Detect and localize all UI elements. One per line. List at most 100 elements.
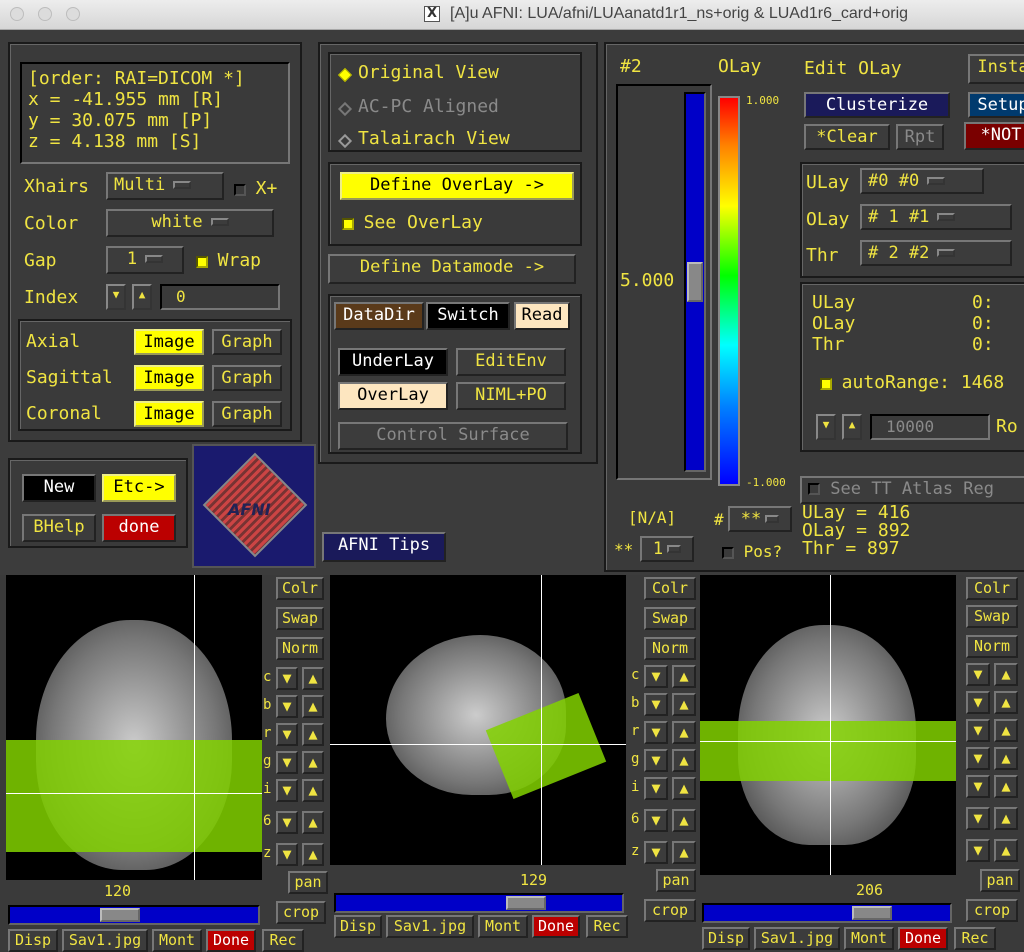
up-icon[interactable]: ▲	[302, 667, 324, 690]
clusterize-button[interactable]: Clusterize	[804, 92, 950, 118]
crop-button[interactable]: crop	[966, 899, 1018, 922]
afni-logo[interactable]: AFNI	[192, 444, 316, 568]
crop-button[interactable]: crop	[644, 899, 696, 922]
disp-button[interactable]: Disp	[8, 929, 58, 952]
down-icon[interactable]: ▼	[966, 663, 990, 686]
coronal-image-button[interactable]: Image	[134, 401, 204, 427]
up-icon[interactable]: ▲	[672, 841, 696, 864]
up-icon[interactable]: ▲	[302, 751, 324, 774]
down-icon[interactable]: ▼	[276, 667, 298, 690]
close-window-icon[interactable]	[10, 7, 24, 21]
mont-button[interactable]: Mont	[152, 929, 202, 952]
down-icon[interactable]: ▼	[644, 665, 668, 688]
down-icon[interactable]: ▼	[644, 749, 668, 772]
color-menu[interactable]: white	[106, 209, 274, 237]
coronal-image-view[interactable]	[700, 575, 956, 875]
minimize-window-icon[interactable]	[38, 7, 52, 21]
slice-slider[interactable]	[702, 903, 952, 923]
down-icon[interactable]: ▼	[644, 693, 668, 716]
original-view-radio[interactable]: Original View	[358, 62, 499, 83]
coronal-graph-button[interactable]: Graph	[212, 401, 282, 427]
thr-selector[interactable]: # 2 #2	[860, 240, 1012, 266]
up-icon[interactable]: ▲	[302, 723, 324, 746]
sagittal-image-button[interactable]: Image	[134, 365, 204, 391]
range-field[interactable]: 10000	[870, 414, 990, 440]
axial-graph-button[interactable]: Graph	[212, 329, 282, 355]
see-overlay-toggle[interactable]: See OverLay	[342, 212, 483, 233]
down-icon[interactable]: ▼	[966, 719, 990, 742]
rec-button[interactable]: Rec	[586, 915, 628, 938]
axial-image-button[interactable]: Image	[134, 329, 204, 355]
up-icon[interactable]: ▲	[994, 747, 1018, 770]
setup-button[interactable]: Setup	[968, 92, 1024, 118]
see-tt-atlas-button[interactable]: See TT Atlas Reg	[800, 476, 1024, 504]
up-icon[interactable]: ▲	[672, 721, 696, 744]
colr-button[interactable]: Colr	[644, 577, 696, 600]
control-surface-button[interactable]: Control Surface	[338, 422, 568, 450]
pow-menu[interactable]: 1	[640, 536, 694, 562]
rpt-button[interactable]: Rpt	[896, 124, 944, 150]
hash-menu[interactable]: **	[728, 506, 792, 532]
switch-button[interactable]: Switch	[426, 302, 510, 330]
pan-button[interactable]: pan	[656, 869, 696, 892]
up-icon[interactable]: ▲	[672, 693, 696, 716]
not-button[interactable]: *NOT	[964, 122, 1024, 150]
threshold-slider[interactable]	[684, 92, 706, 472]
etc-button[interactable]: Etc->	[102, 474, 176, 502]
editenv-button[interactable]: EditEnv	[456, 348, 566, 376]
afni-tips-button[interactable]: AFNI Tips	[322, 532, 446, 562]
save-button[interactable]: Sav1.jpg	[62, 929, 148, 952]
insta-button[interactable]: Insta	[968, 54, 1024, 84]
define-overlay-button[interactable]: Define OverLay ->	[340, 172, 574, 200]
up-icon[interactable]: ▲	[672, 809, 696, 832]
up-icon[interactable]: ▲	[302, 695, 324, 718]
range-down-button[interactable]: ▼	[816, 414, 836, 440]
zoom-window-icon[interactable]	[66, 7, 80, 21]
mont-button[interactable]: Mont	[478, 915, 528, 938]
new-button[interactable]: New	[22, 474, 96, 502]
up-icon[interactable]: ▲	[994, 663, 1018, 686]
down-icon[interactable]: ▼	[644, 721, 668, 744]
up-icon[interactable]: ▲	[302, 811, 324, 834]
slider-thumb[interactable]	[100, 908, 140, 922]
underlay-button[interactable]: UnderLay	[338, 348, 448, 376]
up-icon[interactable]: ▲	[994, 775, 1018, 798]
up-icon[interactable]: ▲	[302, 779, 324, 802]
down-icon[interactable]: ▼	[966, 747, 990, 770]
overlay-button[interactable]: OverLay	[338, 382, 448, 410]
crop-button[interactable]: crop	[276, 901, 326, 924]
down-icon[interactable]: ▼	[966, 691, 990, 714]
up-icon[interactable]: ▲	[994, 719, 1018, 742]
up-icon[interactable]: ▲	[302, 843, 324, 866]
xplus-toggle[interactable]: X+	[234, 178, 277, 199]
down-icon[interactable]: ▼	[276, 779, 298, 802]
axial-image-view[interactable]	[6, 575, 262, 880]
wrap-toggle[interactable]: Wrap	[196, 250, 261, 271]
clear-button[interactable]: *Clear	[804, 124, 890, 150]
rec-button[interactable]: Rec	[262, 929, 304, 952]
down-icon[interactable]: ▼	[966, 807, 990, 830]
swap-button[interactable]: Swap	[276, 607, 324, 630]
down-icon[interactable]: ▼	[644, 809, 668, 832]
swap-button[interactable]: Swap	[644, 607, 696, 630]
norm-button[interactable]: Norm	[966, 635, 1018, 658]
save-button[interactable]: Sav1.jpg	[754, 927, 840, 950]
save-button[interactable]: Sav1.jpg	[386, 915, 474, 938]
threshold-slider-thumb[interactable]	[687, 262, 703, 302]
colr-button[interactable]: Colr	[966, 577, 1018, 600]
xhairs-menu[interactable]: Multi	[106, 172, 224, 200]
done-button[interactable]: done	[102, 514, 176, 542]
acpc-radio[interactable]: AC-PC Aligned	[358, 96, 499, 117]
pos-toggle[interactable]: Pos?	[722, 542, 782, 561]
index-down-button[interactable]: ▼	[106, 284, 126, 310]
bhelp-button[interactable]: BHelp	[22, 514, 96, 542]
down-icon[interactable]: ▼	[644, 841, 668, 864]
olay-selector[interactable]: # 1 #1	[860, 204, 1012, 230]
sagittal-image-view[interactable]	[330, 575, 626, 865]
gap-menu[interactable]: 1	[106, 246, 184, 274]
image-done-button[interactable]: Done	[898, 927, 948, 950]
pan-button[interactable]: pan	[288, 871, 328, 894]
niml-button[interactable]: NIML+PO	[456, 382, 566, 410]
slider-thumb[interactable]	[506, 896, 546, 910]
up-icon[interactable]: ▲	[672, 777, 696, 800]
